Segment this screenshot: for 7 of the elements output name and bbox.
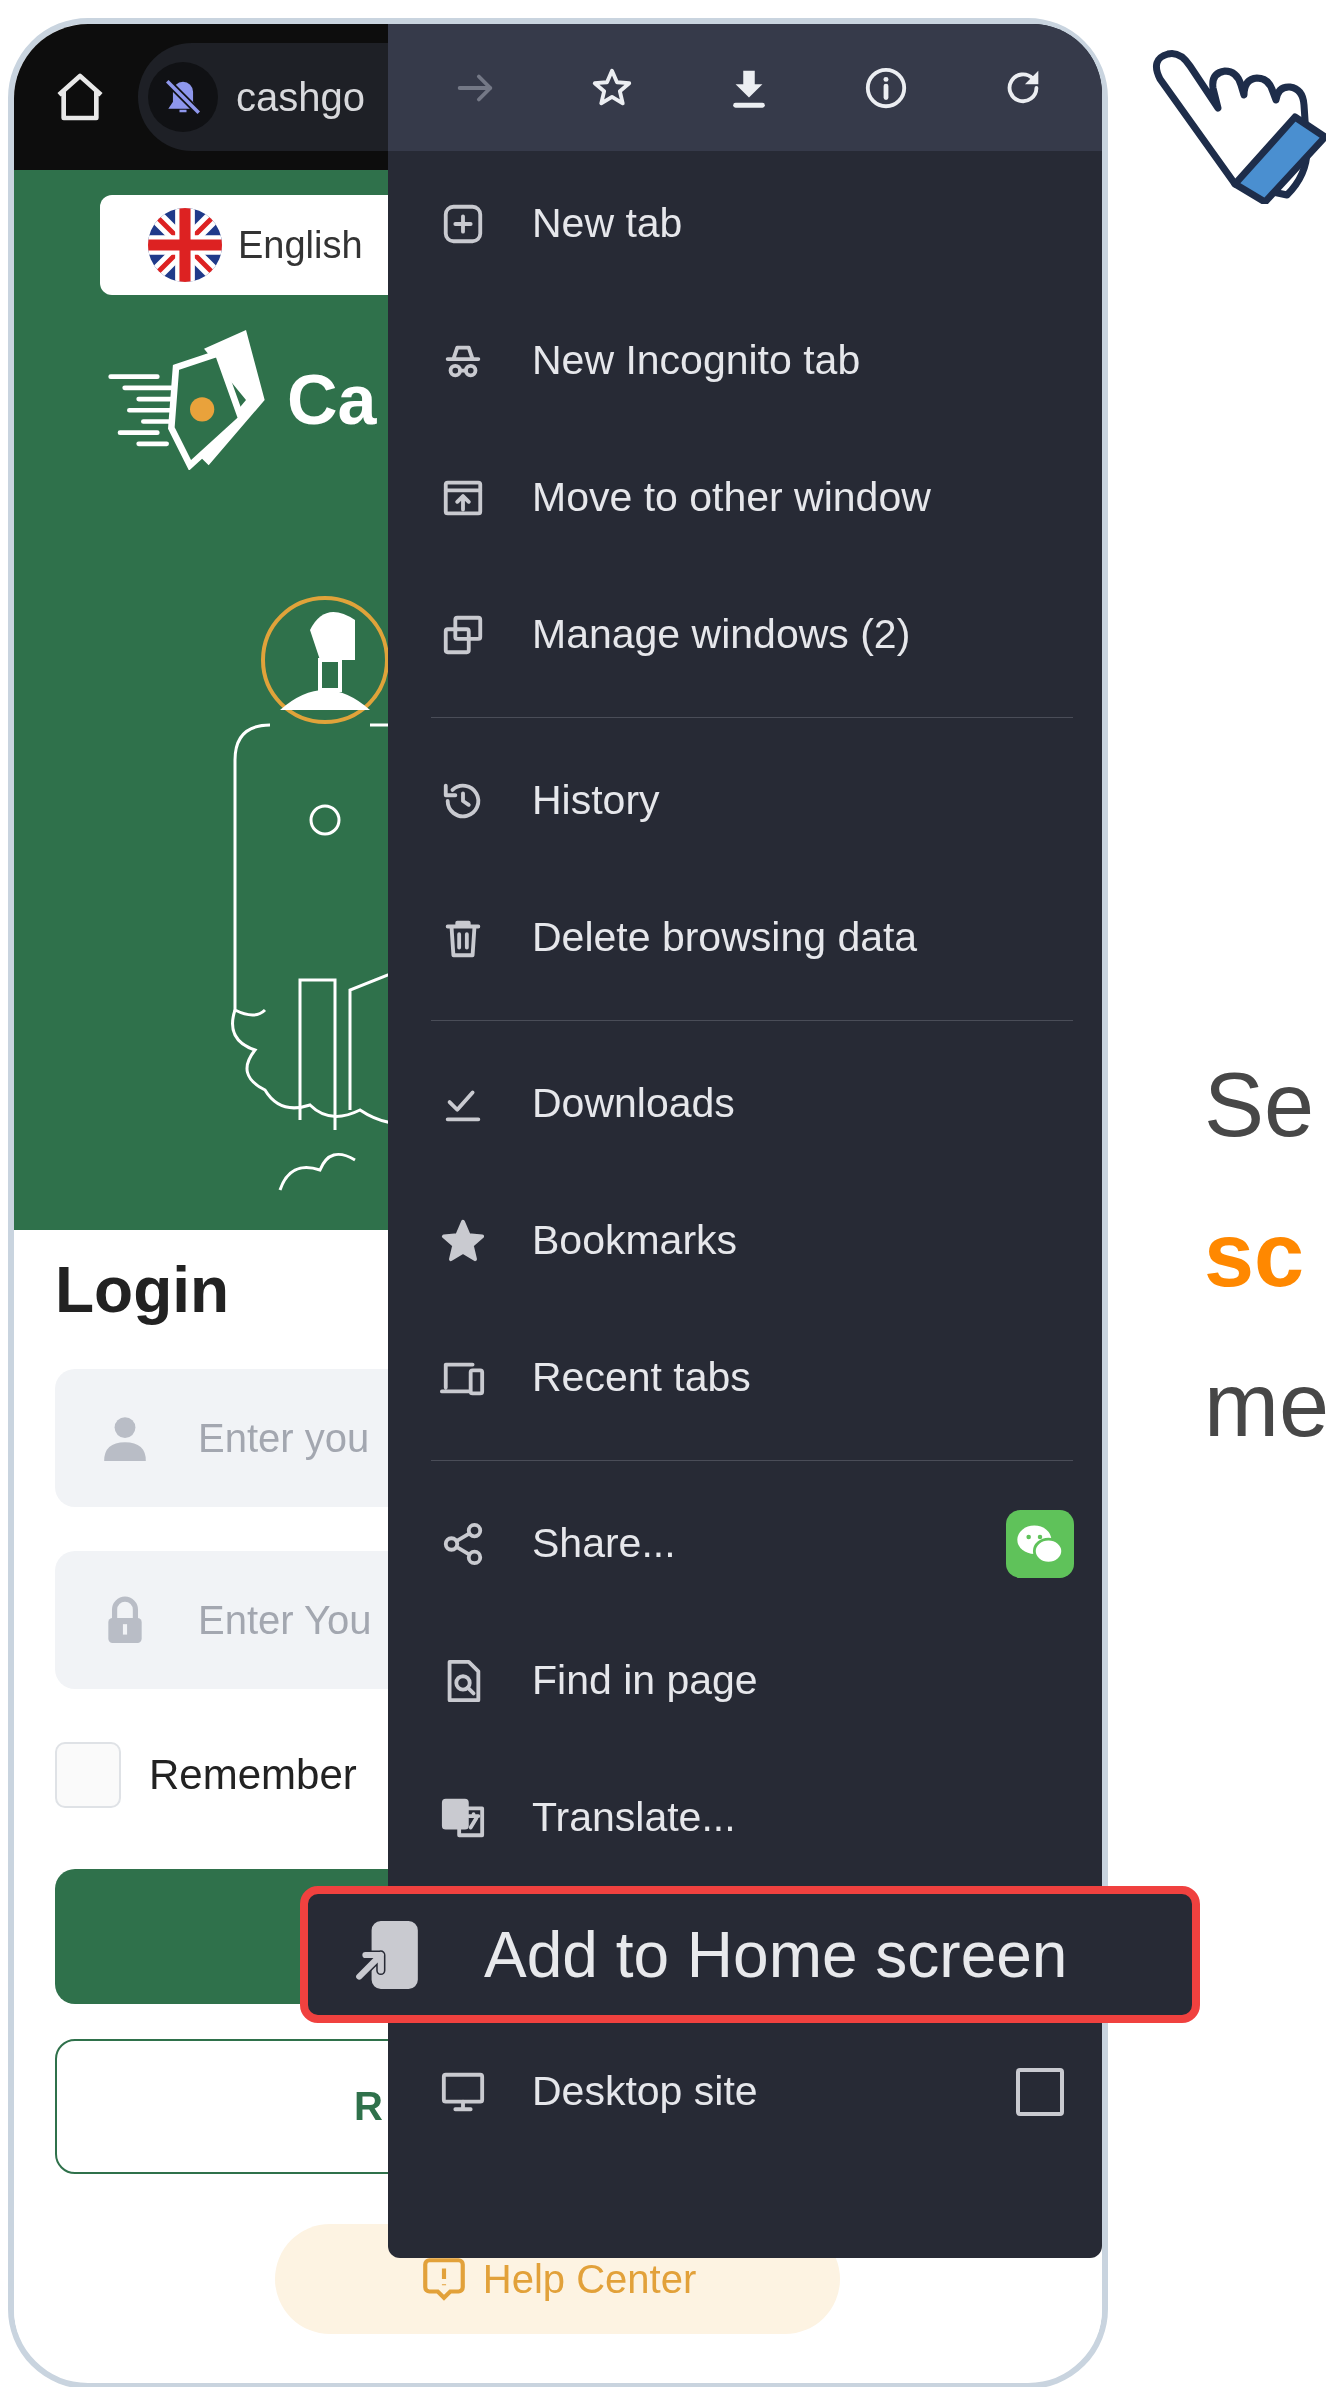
instruction-text: me: [1204, 1354, 1326, 1457]
instruction-text: sc: [1204, 1204, 1306, 1307]
remember-label: Remember: [149, 1751, 357, 1799]
login-heading: Login: [55, 1255, 230, 1325]
instruction-text: Se: [1204, 1054, 1316, 1157]
url-text: cashgo: [236, 74, 365, 120]
logo-text: Ca: [287, 360, 377, 440]
